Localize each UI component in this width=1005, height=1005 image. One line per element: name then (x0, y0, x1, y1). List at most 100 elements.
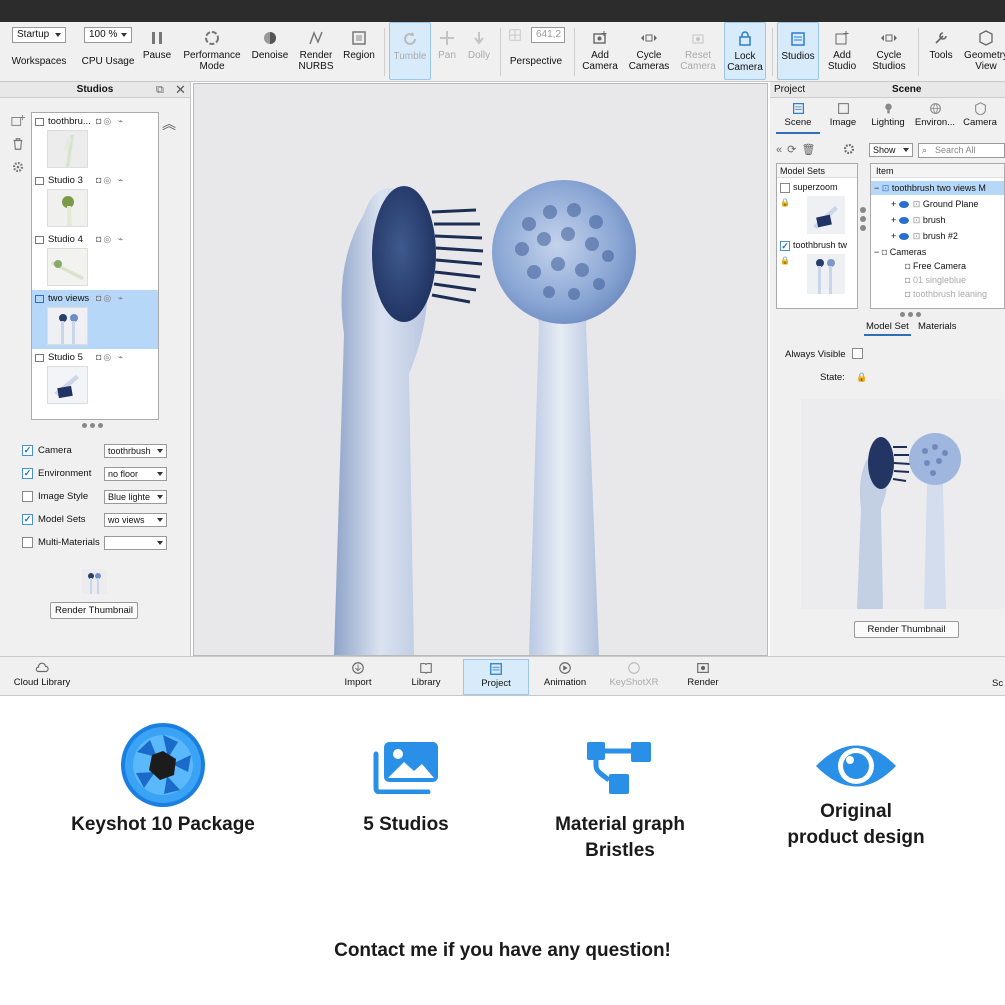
multi-materials-checkbox[interactable] (22, 537, 33, 548)
pause-button[interactable]: Pause (140, 22, 174, 80)
render-button[interactable]: Render (682, 659, 724, 695)
more-dots[interactable] (900, 312, 921, 317)
cycle-cameras-icon (641, 26, 657, 50)
region-button[interactable]: Region (340, 22, 378, 80)
image-style-dropdown[interactable]: Blue lighte (104, 490, 167, 504)
studio-item[interactable]: Studio 5 ◘◎ ⌁ (32, 349, 158, 408)
tree-item-free-camera[interactable]: ◘ Free Camera (871, 259, 966, 273)
tree-item-ground-plane[interactable]: + ⊡ Ground Plane (871, 197, 978, 211)
tab-environment[interactable]: Environ... (912, 102, 958, 134)
cpu-usage-select[interactable]: 100 % (84, 27, 132, 43)
search-input[interactable]: Search All (918, 143, 1005, 158)
add-studio-icon[interactable] (11, 114, 27, 130)
keyshotxr-button[interactable]: KeyShotXR (604, 659, 664, 695)
show-dropdown[interactable]: Show (869, 143, 913, 157)
render-nurbs-button[interactable]: Render NURBS (296, 22, 336, 80)
tab-scene[interactable]: Scene (776, 102, 820, 134)
more-dots[interactable] (82, 423, 103, 428)
environment-checkbox[interactable]: ✓ (22, 468, 33, 479)
render-viewport[interactable] (193, 83, 768, 656)
feature-original-line2: product design (787, 827, 925, 848)
tools-button[interactable]: Tools (922, 22, 960, 80)
model-set-thumbnail (807, 196, 845, 234)
tab-image[interactable]: Image (822, 102, 864, 134)
keyshot-logo-icon (120, 722, 206, 808)
import-button[interactable]: Import (337, 659, 379, 695)
toothbrush-set-checkbox[interactable]: ✓ (780, 241, 790, 251)
show-dropdown-value: Show (873, 145, 896, 155)
tree-item-cameras[interactable]: − ◘ Cameras (871, 245, 926, 259)
environment-dropdown[interactable]: no floor (104, 467, 167, 481)
studio-item[interactable]: toothbru... ◘◎ ⌁ (32, 113, 158, 172)
tree-item-brush-2[interactable]: + ⊡ brush #2 (871, 229, 958, 243)
cycle-cameras-button[interactable]: Cycle Cameras (626, 22, 672, 80)
studio-item[interactable]: Studio 4 ◘◎ ⌁ (32, 231, 158, 290)
dolly-button[interactable]: Dolly (463, 22, 495, 80)
lock-icon[interactable]: 🔒 (856, 372, 867, 383)
cloud-library-label: Cloud Library (13, 677, 71, 688)
tree-item-model[interactable]: − ⊡ toothbrush two views M (871, 181, 1004, 195)
subtab-model-set[interactable]: Model Set (864, 321, 911, 336)
collapse-up-icon[interactable]: ︽ (162, 114, 176, 134)
image-style-checkbox[interactable] (22, 491, 33, 502)
workspace-select[interactable]: Startup (12, 27, 66, 43)
add-camera-button[interactable]: Add Camera (578, 22, 622, 80)
render-thumbnail-button[interactable]: Render Thumbnail (854, 621, 959, 638)
studio-item[interactable]: Studio 3 ◘◎ ⌁ (32, 172, 158, 231)
always-visible-checkbox[interactable] (852, 348, 863, 359)
model-set-tools-icons[interactable]: « ⟳ 🗑 (776, 143, 816, 156)
superzoom-checkbox[interactable] (780, 183, 790, 193)
always-visible-label: Always Visible (785, 349, 846, 360)
gear-icon[interactable] (842, 142, 856, 156)
clipped-button-label[interactable]: Sc (992, 678, 1003, 689)
animation-button[interactable]: Animation (540, 659, 590, 695)
cycle-studios-button[interactable]: Cycle Studios (865, 22, 913, 80)
library-button[interactable]: Library (404, 659, 448, 695)
reset-camera-button[interactable]: Reset Camera (676, 22, 720, 80)
library-label: Library (411, 677, 441, 688)
tab-camera[interactable]: Camera (960, 102, 1000, 134)
denoise-button[interactable]: Denoise (250, 22, 290, 80)
perspective-input[interactable]: 641,2 (531, 27, 565, 43)
render-thumbnail-button[interactable]: Render Thumbnail (50, 602, 138, 619)
tree-item-camera-singleblue[interactable]: ◘ 01 singleblue (871, 273, 966, 287)
studios-button[interactable]: Studios (777, 22, 819, 80)
eye-icon[interactable] (898, 201, 909, 209)
tumble-button[interactable]: Tumble (389, 22, 431, 80)
performance-mode-button[interactable]: Performance Mode (180, 22, 244, 80)
tab-lighting[interactable]: Lighting (866, 102, 910, 134)
multi-materials-dropdown[interactable] (104, 536, 167, 550)
subtab-materials[interactable]: Materials (918, 321, 957, 332)
studio-tools-icons: ◘◎ ⌁ (96, 293, 126, 303)
geometry-view-button[interactable]: Geometry View (962, 22, 1005, 80)
tree-item-brush[interactable]: + ⊡ brush (871, 213, 945, 227)
camera-label: Camera (38, 445, 72, 456)
close-icon[interactable]: ✕ (175, 82, 186, 98)
studio-item-selected[interactable]: two views ◘◎ ⌁ (32, 290, 158, 349)
splitter-handle[interactable] (860, 167, 868, 237)
add-studio-button[interactable]: Add Studio (823, 22, 861, 80)
eye-icon[interactable] (898, 217, 909, 225)
studio-icon (35, 118, 44, 126)
lock-camera-icon (737, 27, 753, 51)
model-sets-dropdown[interactable]: wo views (104, 513, 167, 527)
window-titlebar (0, 0, 1005, 22)
toothbrush-set-label: toothbrush tw (793, 240, 848, 250)
camera-dropdown[interactable]: toothrbush (104, 444, 167, 458)
trash-icon[interactable] (11, 137, 27, 153)
camera-checkbox[interactable]: ✓ (22, 445, 33, 456)
denoise-icon (262, 26, 278, 50)
cloud-library-button[interactable]: Cloud Library (10, 659, 74, 695)
gear-icon[interactable] (11, 160, 27, 176)
studio-thumbnail (47, 366, 88, 404)
lock-icon: 🔒 (780, 256, 790, 265)
undock-icon[interactable]: ⧉ (156, 84, 164, 97)
tree-item-camera-leaning[interactable]: ◘ toothbrush leaning (871, 287, 987, 301)
keyshotxr-label: KeyShotXR (609, 677, 659, 688)
project-button[interactable]: Project (463, 659, 529, 695)
add-camera-icon (592, 26, 608, 50)
pan-button[interactable]: Pan (434, 22, 460, 80)
eye-icon[interactable] (898, 233, 909, 241)
lock-camera-button[interactable]: Lock Camera (724, 22, 766, 80)
model-sets-checkbox[interactable]: ✓ (22, 514, 33, 525)
